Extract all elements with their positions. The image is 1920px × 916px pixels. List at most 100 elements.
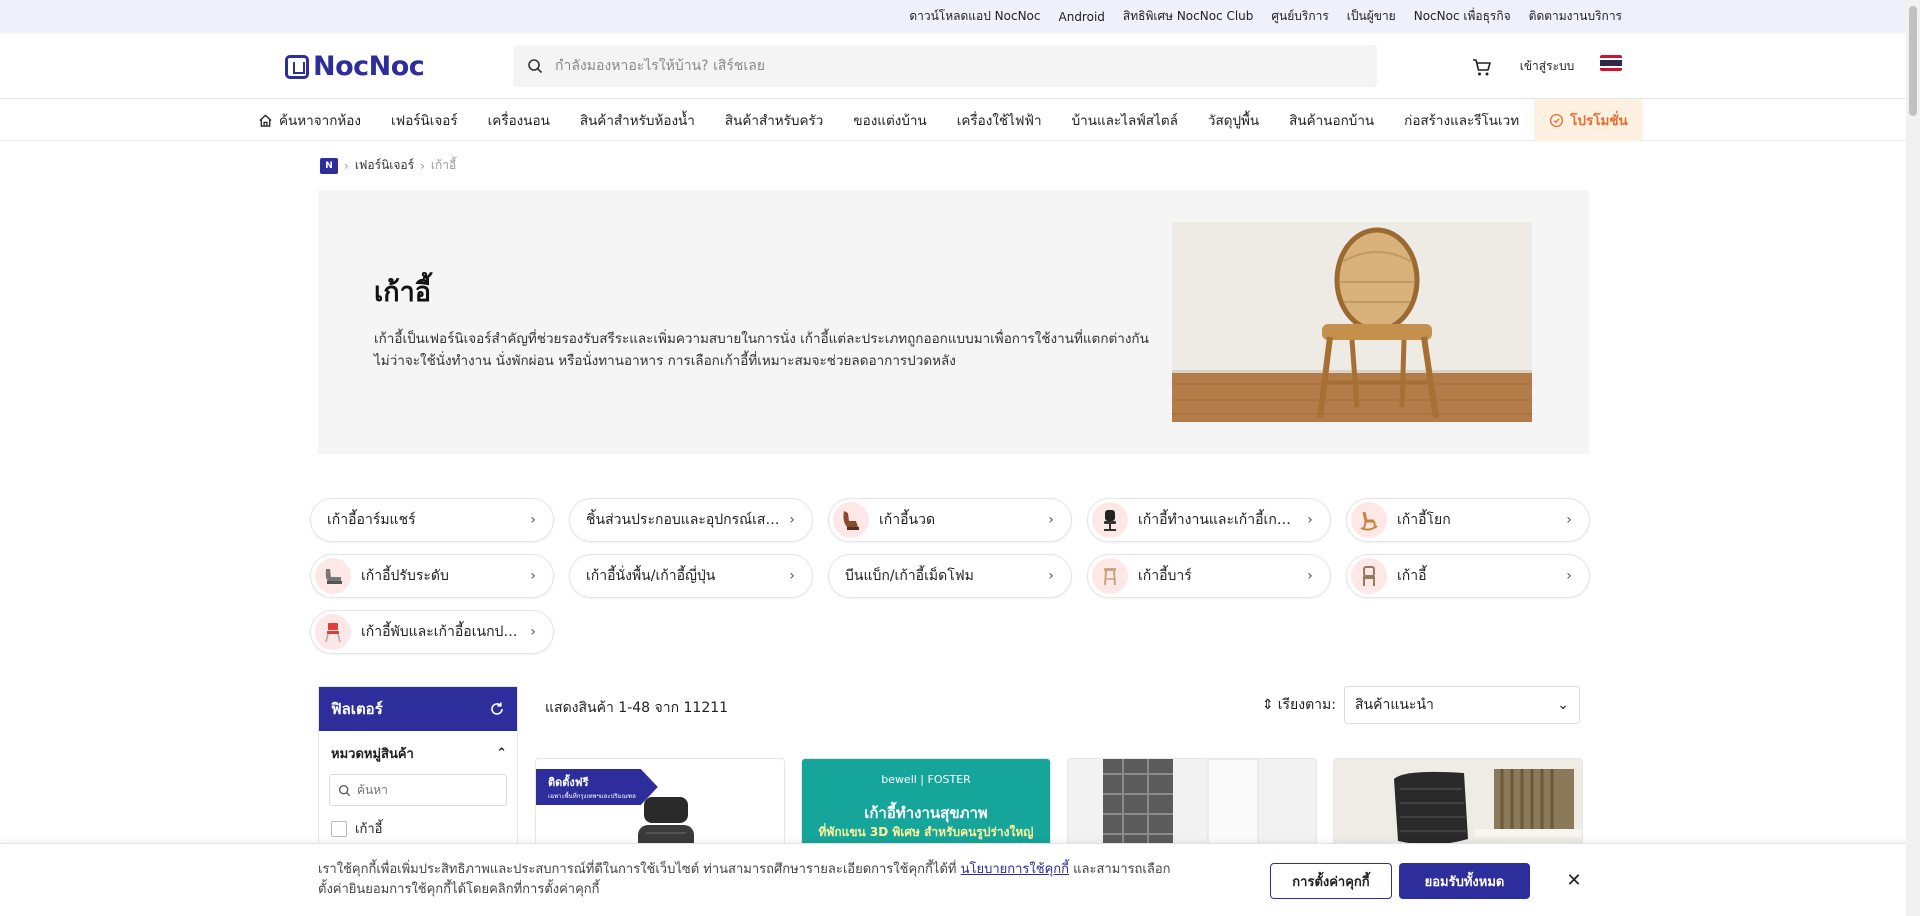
nav-item-furniture[interactable]: เฟอร์นิเจอร์ (376, 99, 473, 141)
filter-header: ฟิลเตอร์ (319, 687, 517, 731)
nav-item-label: ก่อสร้างและรีโนเวท (1404, 113, 1520, 129)
become-seller-link[interactable]: เป็นผู้ขาย (1347, 7, 1396, 26)
nav-item-label: เครื่องใช้ไฟฟ้า (956, 113, 1042, 129)
nocnoc-club-link[interactable]: สิทธิพิเศษ NocNoc Club (1123, 7, 1254, 26)
nav-item-label: วัสดุปูพื้น (1207, 113, 1260, 129)
promo-badge-icon (1550, 113, 1564, 127)
home-logo-icon[interactable]: N (320, 157, 338, 174)
product-promo-title: เก้าอี้ทำงานสุขภาพ (864, 804, 988, 822)
business-link[interactable]: NocNoc เพื่อธุรกิจ (1414, 7, 1511, 26)
page-scrollbar[interactable] (1906, 0, 1920, 916)
cookie-text: เราใช้คุกกี้เพื่อเพิ่มประสิทธิภาพและประส… (318, 860, 1178, 900)
subcategory-label: เก้าอี้อาร์มแชร์ (327, 512, 416, 528)
track-service-link[interactable]: ติดตามงานบริการ (1529, 7, 1622, 26)
top-links: ดาวน์โหลดแอป NocNoc Android สิทธิพิเศษ N… (909, 0, 1622, 33)
subcategory-armchair[interactable]: เก้าอี้อาร์มแชร์ › (310, 498, 554, 542)
thai-flag-icon[interactable] (1600, 55, 1622, 71)
subcategory-folding-chair[interactable]: เก้าอี้พับและเก้าอี้อเนกประสงค์ › (310, 610, 554, 654)
subcategory-label: เก้าอี้นั่งพื้น/เก้าอี้ญี่ปุ่น (586, 568, 716, 584)
massage-chair-icon (833, 502, 869, 538)
cookie-settings-button[interactable]: การตั้งค่าคุกกี้ (1270, 863, 1392, 899)
breadcrumb-current[interactable]: เก้าอี้ (431, 156, 456, 175)
nav-item-renovation[interactable]: ก่อสร้างและรีโนเวท (1389, 99, 1534, 141)
nav-item-appliances[interactable]: เครื่องใช้ไฟฟ้า (942, 99, 1057, 141)
category-description: เก้าอี้เป็นเฟอร์นิเจอร์สำคัญที่ช่วยรองรั… (374, 331, 1149, 369)
subcategory-label: เก้าอี้โยก (1397, 512, 1451, 528)
nav-item-kitchen[interactable]: สินค้าสำหรับครัว (710, 99, 838, 141)
logo-text: NocNoc (313, 51, 425, 82)
cart-icon[interactable] (1470, 55, 1494, 79)
nav-item-label: โปรโมชั่น (1570, 113, 1628, 129)
nav-item-label: สินค้าสำหรับห้องน้ำ (579, 113, 695, 129)
refresh-icon[interactable] (489, 701, 505, 717)
service-center-link[interactable]: ศูนย์บริการ (1271, 7, 1328, 26)
nav-item-bathroom[interactable]: สินค้าสำหรับห้องน้ำ (565, 99, 710, 141)
checkbox[interactable] (331, 820, 347, 837)
subcategory-beanbag[interactable]: บีนแบ็ก/เก้าอี้เม็ดโฟม › (828, 554, 1072, 598)
chevron-right-icon: › (789, 512, 795, 528)
nav-item-flooring[interactable]: วัสดุปูพื้น (1193, 99, 1274, 141)
product-promo-subtitle: ที่พักแขน 3D พิเศษ สำหรับคนรูปร่างใหญ่ (818, 825, 1034, 839)
subcategory-label: บีนแบ็ก/เก้าอี้เม็ดโฟม (845, 568, 974, 584)
chevron-right-icon: › (1048, 568, 1054, 584)
search-input[interactable] (555, 58, 1335, 74)
nav-item-lifestyle[interactable]: บ้านและไลฟ์สไตล์ (1057, 99, 1193, 141)
site-logo[interactable]: NocNoc (285, 51, 425, 82)
close-icon[interactable]: ✕ (1560, 866, 1588, 894)
nav-item-label: สินค้านอกบ้าน (1289, 113, 1375, 129)
android-link[interactable]: Android (1059, 10, 1105, 24)
search-icon (528, 59, 543, 74)
nav-item-label: ค้นหาจากห้อง (279, 113, 362, 129)
site-header: NocNoc เข้าสู่ระบบ (0, 33, 1920, 99)
nav-item-label: บ้านและไลฟ์สไตล์ (1071, 113, 1178, 129)
rattan-chair-image (1172, 222, 1532, 422)
chevron-right-icon: › (530, 624, 536, 640)
subcategory-floor-chair[interactable]: เก้าอี้นั่งพื้น/เก้าอี้ญี่ปุ่น › (569, 554, 813, 598)
subcategory-label: เก้าอี้ทำงานและเก้าอี้เกมมิ่ง (1138, 512, 1300, 528)
office-chair-icon (1092, 502, 1128, 538)
subcategory-recliner[interactable]: เก้าอี้ปรับระดับ › (310, 554, 554, 598)
house-icon (259, 113, 272, 127)
category-section-toggle[interactable]: หมวดหมู่สินค้า ⌃ (331, 743, 507, 764)
nav-item-label: เครื่องนอน (487, 113, 550, 129)
subcategory-massage-chair[interactable]: เก้าอี้นวด › (828, 498, 1072, 542)
subcategory-label: ชิ้นส่วนประกอบและอุปกรณ์เสริมเก้าอี้ (586, 512, 782, 528)
results-count: แสดงสินค้า 1-48 จาก 11211 (545, 700, 729, 716)
search-icon (338, 784, 351, 796)
nav-item-rooms[interactable]: ค้นหาจากห้อง (243, 99, 376, 141)
subcategory-label: เก้าอี้ (1397, 568, 1427, 584)
chevron-up-icon: ⌃ (496, 746, 507, 761)
nav-item-promotion[interactable]: โปรโมชั่น (1534, 99, 1643, 141)
subcategory-chair[interactable]: เก้าอี้ › (1346, 554, 1590, 598)
chevron-right-icon: › (1307, 568, 1313, 584)
nav-item-bedding[interactable]: เครื่องนอน (473, 99, 565, 141)
subcategory-bar-stool[interactable]: เก้าอี้บาร์ › (1087, 554, 1331, 598)
subcategory-rocking-chair[interactable]: เก้าอี้โยก › (1346, 498, 1590, 542)
category-nav: ค้นหาจากห้อง เฟอร์นิเจอร์ เครื่องนอน สิน… (0, 99, 1920, 141)
category-search-input[interactable] (357, 783, 497, 797)
subcategory-chair-parts[interactable]: ชิ้นส่วนประกอบและอุปกรณ์เสริมเก้าอี้ › (569, 498, 813, 542)
login-button[interactable]: เข้าสู่ระบบ (1508, 49, 1586, 83)
download-app-text: ดาวน์โหลดแอป NocNoc (909, 9, 1041, 23)
subcategory-label: เก้าอี้พับและเก้าอี้อเนกประสงค์ (361, 624, 523, 640)
top-strip: ดาวน์โหลดแอป NocNoc Android สิทธิพิเศษ N… (0, 0, 1920, 33)
scrollbar-thumb[interactable] (1909, 6, 1917, 116)
sort-select[interactable]: สินค้าแนะนำ ⌄ (1343, 686, 1580, 724)
search-bar[interactable] (513, 45, 1377, 87)
subcategory-office-chair[interactable]: เก้าอี้ทำงานและเก้าอี้เกมมิ่ง › (1087, 498, 1331, 542)
chevron-right-icon: › (420, 158, 425, 173)
category-option-chair[interactable]: เก้าอี้ (331, 818, 505, 839)
recliner-icon (315, 558, 351, 594)
folding-chair-icon (315, 614, 351, 650)
nav-item-decor[interactable]: ของแต่งบ้าน (838, 99, 941, 141)
breadcrumb-furniture[interactable]: เฟอร์นิเจอร์ (355, 156, 414, 175)
chevron-right-icon: › (344, 158, 349, 173)
nav-item-outdoor[interactable]: สินค้านอกบ้าน (1274, 99, 1389, 141)
product-brand: bewell | FOSTER (881, 773, 971, 786)
chevron-right-icon: › (789, 568, 795, 584)
badge-label: ติดตั้งฟรี (548, 776, 589, 789)
category-search-box[interactable] (329, 774, 507, 806)
sort-value: สินค้าแนะนำ (1354, 697, 1434, 713)
cookie-policy-link[interactable]: นโยบายการใช้คุกกี้ (961, 862, 1069, 877)
accept-all-button[interactable]: ยอมรับทั้งหมด (1399, 863, 1530, 899)
